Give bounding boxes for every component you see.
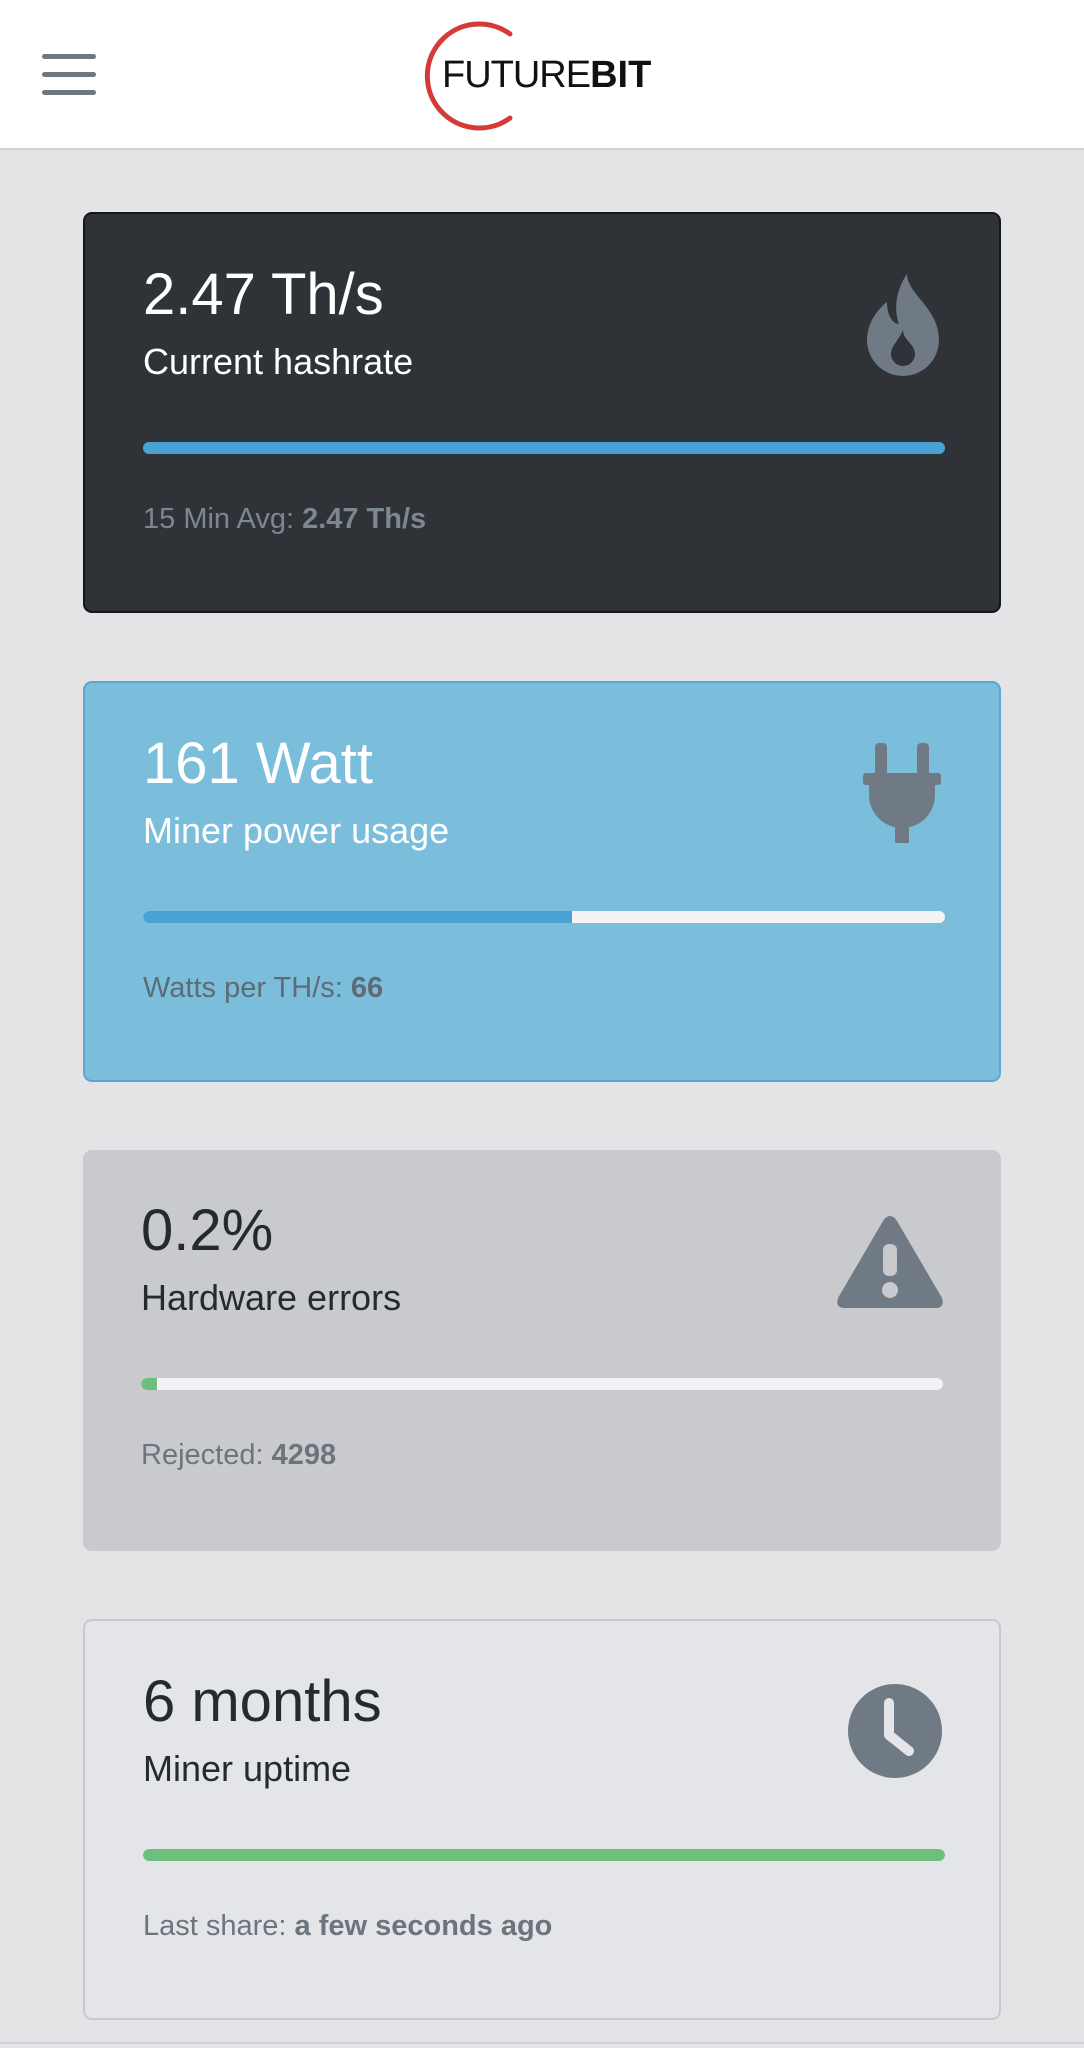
hardware-errors-footer: Rejected: 4298 <box>141 1441 336 1470</box>
hashrate-avg-value: 2.47 Th/s <box>302 503 427 535</box>
uptime-progress-bar <box>143 1849 945 1861</box>
hashrate-progress-fill <box>143 442 945 454</box>
hamburger-menu-icon[interactable] <box>42 54 96 96</box>
power-value: 161 Watt <box>143 731 373 796</box>
hashrate-card: 2.47 Th/s Current hashrate 15 Min Avg: 2… <box>83 212 1001 613</box>
rejected-label: Rejected: <box>141 1439 272 1471</box>
uptime-label: Miner uptime <box>143 1748 352 1789</box>
logo-wordmark: FUTUREBIT <box>442 54 651 97</box>
bottom-divider <box>0 2042 1084 2044</box>
last-share-label: Last share: <box>143 1910 295 1942</box>
uptime-footer: Last share: a few seconds ago <box>143 1912 552 1941</box>
last-share-value: a few seconds ago <box>294 1910 553 1942</box>
power-progress-bar <box>143 911 945 923</box>
hashrate-label: Current hashrate <box>143 341 414 382</box>
rejected-value: 4298 <box>271 1439 337 1471</box>
hashrate-value: 2.47 Th/s <box>143 262 384 327</box>
plug-icon <box>863 743 941 843</box>
hashrate-progress-bar <box>143 442 945 454</box>
clock-icon <box>848 1684 942 1778</box>
hardware-errors-progress-fill <box>141 1378 158 1390</box>
uptime-value: 6 months <box>143 1669 382 1734</box>
fire-icon <box>867 274 939 376</box>
uptime-card: 6 months Miner uptime Last share: a few … <box>83 1619 1001 2020</box>
power-footer: Watts per TH/s: 66 <box>143 974 383 1003</box>
top-navbar: FUTUREBIT <box>0 0 1084 150</box>
hashrate-footer: 15 Min Avg: 2.47 Th/s <box>143 505 426 534</box>
power-card: 161 Watt Miner power usage Watts per TH/… <box>83 681 1001 1082</box>
power-label: Miner power usage <box>143 810 450 851</box>
hardware-errors-card: 0.2% Hardware errors Rejected: 4298 <box>83 1150 1001 1551</box>
hardware-errors-value: 0.2% <box>141 1198 274 1263</box>
hardware-errors-progress-bar <box>141 1378 943 1390</box>
hashrate-avg-label: 15 Min Avg: <box>143 503 303 535</box>
futurebit-logo[interactable]: FUTUREBIT <box>418 18 668 134</box>
logo-text-bold: BIT <box>590 54 652 96</box>
logo-text-light: FUTURE <box>442 54 591 96</box>
watts-per-th-label: Watts per TH/s: <box>143 972 351 1004</box>
power-progress-fill <box>143 911 573 923</box>
warning-icon <box>837 1216 943 1308</box>
watts-per-th-value: 66 <box>350 972 384 1004</box>
hardware-errors-label: Hardware errors <box>141 1277 402 1318</box>
uptime-progress-fill <box>143 1849 945 1861</box>
